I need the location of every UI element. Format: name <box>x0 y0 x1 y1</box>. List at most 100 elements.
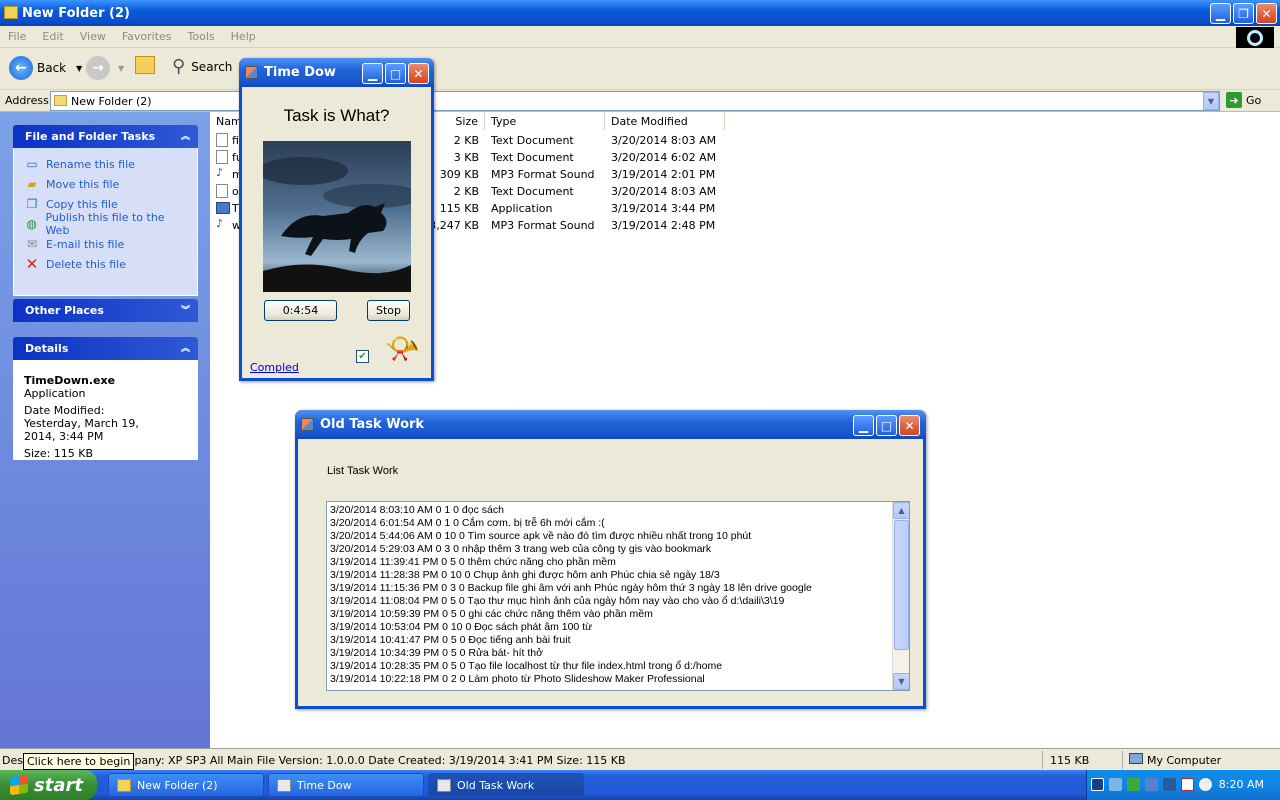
messenger-icon[interactable] <box>1199 778 1212 791</box>
folder-icon <box>117 778 131 792</box>
close-button[interactable]: ✕ <box>899 415 920 436</box>
task-label: Delete this file <box>46 257 126 271</box>
antivirus-icon[interactable] <box>1181 778 1194 791</box>
file-date: 3/19/2014 2:48 PM <box>611 219 716 232</box>
panel-title: Details <box>25 342 69 355</box>
task-history-list[interactable]: 3/20/2014 8:03:10 AM 0 1 0 đọc sách 3/20… <box>326 501 910 691</box>
task-delete[interactable]: ✕ Delete this file <box>24 254 187 274</box>
task-email[interactable]: ✉ E-mail this file <box>24 234 187 254</box>
back-dropdown-icon[interactable]: ▼ <box>76 64 82 73</box>
menu-view[interactable]: View <box>72 30 114 43</box>
taskbar-item-timedow[interactable]: Time Dow <box>268 773 424 797</box>
stop-button[interactable]: Stop <box>367 300 410 321</box>
back-arrow-icon: ← <box>9 56 33 80</box>
file-date: 3/19/2014 3:44 PM <box>611 202 716 215</box>
list-item[interactable]: 3/19/2014 10:59:39 PM 0 5 0 ghi các chức… <box>330 608 653 620</box>
task-move[interactable]: ▰ Move this file <box>24 174 187 194</box>
back-button[interactable]: ← Back ▼ <box>9 56 82 80</box>
app-icon <box>437 778 451 792</box>
search-icon: ⚲ <box>172 56 186 77</box>
vertical-scrollbar[interactable]: ▲ ▼ <box>892 502 909 690</box>
list-item[interactable]: 3/19/2014 11:15:36 PM 0 3 0 Backup file … <box>330 582 812 594</box>
usb-icon[interactable] <box>1145 778 1158 791</box>
list-item[interactable]: 3/19/2014 11:39:41 PM 0 5 0 thêm chức nă… <box>330 556 616 568</box>
language-icon[interactable] <box>1091 778 1104 791</box>
column-date-modified[interactable]: Date Modified <box>605 112 725 130</box>
maximize-button[interactable]: □ <box>876 415 897 436</box>
old-task-window: Old Task Work ▁ □ ✕ List Task Work 3/20/… <box>295 410 926 709</box>
task-label: E-mail this file <box>46 237 125 251</box>
file-date: 3/19/2014 2:01 PM <box>611 168 716 181</box>
details-header[interactable]: Details ︽ <box>13 337 198 360</box>
column-size[interactable]: Size <box>425 112 485 130</box>
timer-display[interactable]: 0:4:54 <box>264 300 337 321</box>
start-button[interactable]: start <box>0 770 97 800</box>
search-button[interactable]: ⚲ Search <box>172 56 232 77</box>
list-item[interactable]: 3/19/2014 10:41:47 PM 0 5 0 Đọc tiếng an… <box>330 634 571 646</box>
taskbar: start New Folder (2) Time Dow Old Task W… <box>0 770 1280 800</box>
close-button[interactable]: ✕ <box>1256 3 1277 24</box>
task-heading: Task is What? <box>283 106 390 125</box>
list-item[interactable]: 3/19/2014 10:34:39 PM 0 5 0 Rửa bát- hít… <box>330 647 543 659</box>
status-divider <box>1042 751 1043 769</box>
minimize-button[interactable]: ▁ <box>1210 3 1231 24</box>
timedow-title: Time Dow <box>264 65 336 80</box>
list-item[interactable]: 3/19/2014 10:22:18 PM 0 2 0 Làm photo từ… <box>330 673 705 685</box>
forward-button[interactable]: → ▼ <box>86 56 124 80</box>
maximize-button[interactable]: □ <box>385 63 406 84</box>
taskbar-item-explorer[interactable]: New Folder (2) <box>108 773 264 797</box>
up-folder-button[interactable] <box>135 56 155 74</box>
forward-dropdown-icon[interactable]: ▼ <box>118 64 124 73</box>
completed-link[interactable]: Compled <box>250 361 299 374</box>
status-divider <box>1122 751 1123 769</box>
old-task-title: Old Task Work <box>320 417 425 432</box>
go-button[interactable]: ➜ Go <box>1226 92 1261 108</box>
collapse-chevron-icon[interactable]: ︽ <box>181 341 190 354</box>
battery-icon[interactable] <box>1163 778 1176 791</box>
list-item[interactable]: 3/20/2014 5:44:06 AM 0 10 0 Tìm source a… <box>330 530 751 542</box>
audio-file-icon: ♪ <box>216 217 224 230</box>
scroll-down-icon[interactable]: ▼ <box>893 673 909 690</box>
task-rename[interactable]: ▭ Rename this file <box>24 154 187 174</box>
list-item[interactable]: 3/19/2014 10:28:35 PM 0 5 0 Tạo file loc… <box>330 660 722 672</box>
other-places-header[interactable]: Other Places ︾ <box>13 299 198 322</box>
explorer-titlebar[interactable]: New Folder (2) <box>0 0 1280 26</box>
minimize-button[interactable]: ▁ <box>362 63 383 84</box>
start-tooltip: Click here to begin <box>23 753 135 770</box>
menu-edit[interactable]: Edit <box>34 30 71 43</box>
wolf-image <box>263 141 411 292</box>
minimize-button[interactable]: ▁ <box>853 415 874 436</box>
expand-chevron-icon[interactable]: ︾ <box>181 303 190 316</box>
menu-tools[interactable]: Tools <box>180 30 223 43</box>
old-task-titlebar[interactable]: Old Task Work <box>295 410 926 439</box>
menu-help[interactable]: Help <box>223 30 264 43</box>
list-item[interactable]: 3/19/2014 11:08:04 PM 0 5 0 Tạo thư mục … <box>330 595 784 607</box>
restore-button[interactable]: ❐ <box>1233 3 1254 24</box>
taskbar-item-oldtask[interactable]: Old Task Work <box>428 773 584 797</box>
completed-checkbox[interactable]: ✔ <box>356 350 369 363</box>
close-button[interactable]: ✕ <box>408 63 429 84</box>
address-input[interactable]: New Folder (2) <box>50 91 1220 111</box>
address-dropdown-icon[interactable]: ▼ <box>1203 92 1219 110</box>
window-title: New Folder (2) <box>22 5 130 21</box>
scroll-thumb[interactable] <box>894 520 909 650</box>
file-folder-tasks-header[interactable]: File and Folder Tasks ︽ <box>13 125 198 148</box>
list-item[interactable]: 3/19/2014 10:53:04 PM 0 10 0 Đọc sách ph… <box>330 621 592 633</box>
list-item[interactable]: 3/20/2014 5:29:03 AM 0 3 0 nhập thêm 3 t… <box>330 543 711 555</box>
menu-file[interactable]: File <box>0 30 34 43</box>
column-type[interactable]: Type <box>485 112 605 130</box>
list-item[interactable]: 3/19/2014 11:28:38 PM 0 10 0 Chụp ảnh gh… <box>330 569 720 581</box>
menu-favorites[interactable]: Favorites <box>114 30 180 43</box>
taskbar-label: New Folder (2) <box>137 778 218 792</box>
up-folder-icon <box>135 56 155 74</box>
list-item[interactable]: 3/20/2014 8:03:10 AM 0 1 0 đọc sách <box>330 504 504 516</box>
go-label: Go <box>1246 93 1262 107</box>
task-publish[interactable]: ◍ Publish this file to the Web <box>24 211 187 237</box>
details-filename: TimeDown.exe <box>24 374 116 387</box>
collapse-chevron-icon[interactable]: ︽ <box>181 129 190 142</box>
volume-icon[interactable] <box>1109 778 1122 791</box>
network-icon[interactable] <box>1127 778 1140 791</box>
clock[interactable]: 8:20 AM <box>1219 778 1264 791</box>
list-item[interactable]: 3/20/2014 6:01:54 AM 0 1 0 Cắm cơm. bị t… <box>330 517 605 529</box>
scroll-up-icon[interactable]: ▲ <box>893 502 909 519</box>
